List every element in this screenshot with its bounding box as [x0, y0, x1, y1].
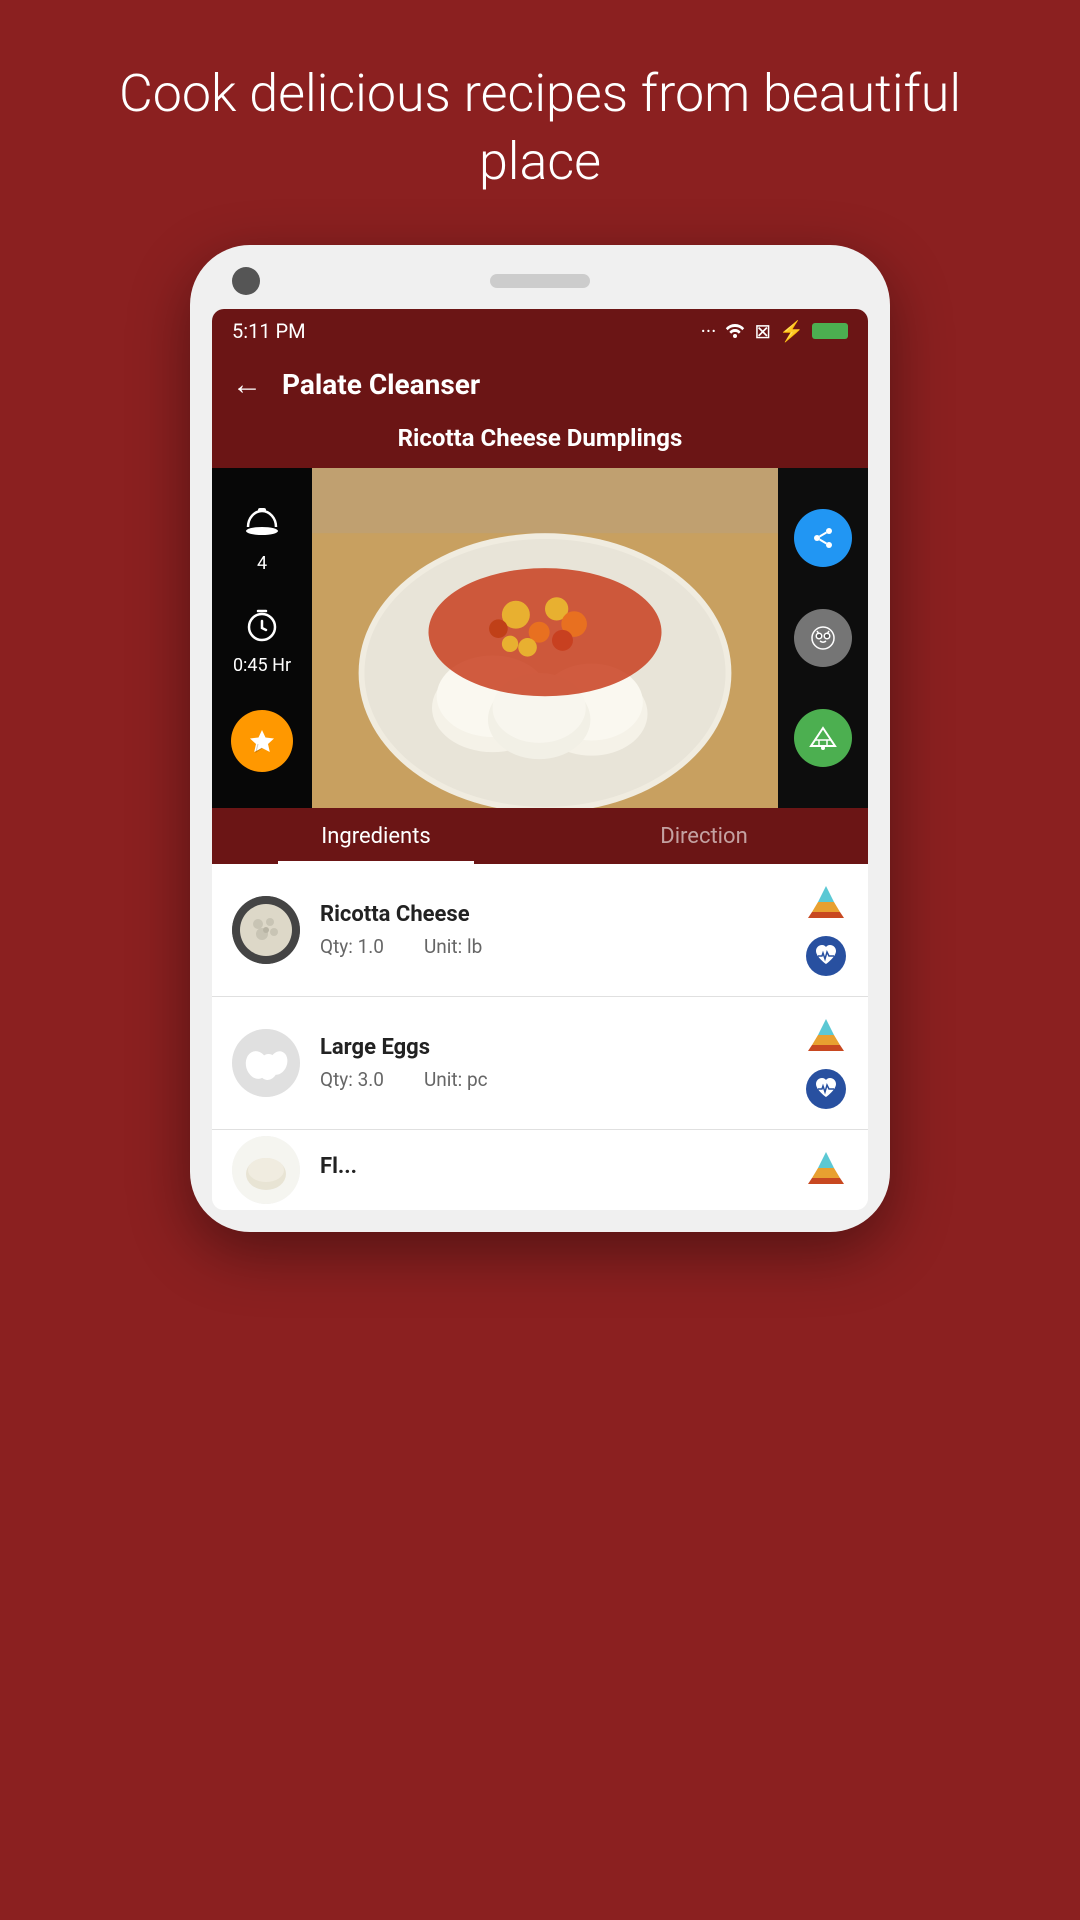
- nutrition-icons-3: [804, 1148, 848, 1192]
- left-info-panel: 4 0:45 Hr: [212, 468, 312, 808]
- phone-frame: 5:11 PM ··· ⊠ ⚡ ← Palate Cleanser Ricott…: [190, 245, 890, 1232]
- ingredient-info-flour: Fl...: [320, 1154, 784, 1187]
- muscle-icon-1: [804, 934, 848, 978]
- ingredient-name-eggs: Large Eggs: [320, 1035, 784, 1060]
- rating-button[interactable]: [231, 710, 293, 772]
- food-pyramid-icon-2: [804, 1015, 848, 1059]
- ingredients-list: Ricotta Cheese Qty: 1.0 Unit: lb: [212, 864, 868, 1210]
- nutrition-icons-2: [804, 1015, 848, 1111]
- servings-value: 4: [257, 553, 267, 574]
- rating-indicator: [231, 710, 293, 772]
- time-value: 0:45 Hr: [233, 655, 291, 676]
- time-indicator: 0:45 Hr: [233, 607, 291, 676]
- phone-speaker: [490, 274, 590, 288]
- status-icons: ··· ⊠ ⚡: [701, 319, 848, 343]
- food-pyramid-icon-3: [804, 1148, 848, 1192]
- servings-indicator: 4: [244, 505, 280, 574]
- ingredient-name-ricotta: Ricotta Cheese: [320, 902, 784, 927]
- ingredient-row: Ricotta Cheese Qty: 1.0 Unit: lb: [212, 864, 868, 997]
- phone-screen: 5:11 PM ··· ⊠ ⚡ ← Palate Cleanser Ricott…: [212, 309, 868, 1210]
- phone-camera: [232, 267, 260, 295]
- ingredient-row: Fl...: [212, 1130, 868, 1210]
- pyramid-button[interactable]: [794, 709, 852, 767]
- recipe-content-area: 4 0:45 Hr: [212, 468, 868, 808]
- ingredient-name-flour: Fl...: [320, 1154, 784, 1179]
- bolt-icon: ⚡: [779, 319, 804, 343]
- tab-ingredients[interactable]: Ingredients: [212, 808, 540, 864]
- back-button[interactable]: ←: [232, 367, 262, 402]
- top-nav-bar: ← Palate Cleanser: [212, 353, 868, 416]
- wifi-icon: [724, 319, 746, 343]
- status-bar: 5:11 PM ··· ⊠ ⚡: [212, 309, 868, 353]
- timer-icon: [244, 607, 280, 651]
- ingredient-image-eggs: [232, 1029, 300, 1097]
- ingredient-row: Large Eggs Qty: 3.0 Unit: pc: [212, 997, 868, 1130]
- serving-icon: [244, 505, 280, 549]
- status-time: 5:11 PM: [232, 319, 306, 343]
- share-button[interactable]: [794, 509, 852, 567]
- unit-label-1: Unit: lb: [424, 935, 482, 958]
- right-action-panel: [778, 468, 868, 808]
- tab-bar: Ingredients Direction: [212, 808, 868, 864]
- tab-direction[interactable]: Direction: [540, 808, 868, 864]
- qty-label-1: Qty: 1.0: [320, 935, 384, 958]
- unit-label-2: Unit: pc: [424, 1068, 488, 1091]
- tagline: Cook delicious recipes from beautiful pl…: [0, 60, 1080, 195]
- ingredient-image-ricotta: [232, 896, 300, 964]
- ingredient-info-ricotta: Ricotta Cheese Qty: 1.0 Unit: lb: [320, 902, 784, 958]
- notification-icon: ⊠: [754, 319, 771, 343]
- qty-label-2: Qty: 3.0: [320, 1068, 384, 1091]
- ingredient-details-eggs: Qty: 3.0 Unit: pc: [320, 1068, 784, 1091]
- recipe-title: Ricotta Cheese Dumplings: [212, 416, 868, 468]
- status-dots: ···: [701, 319, 717, 343]
- section-title: Palate Cleanser: [282, 368, 480, 401]
- battery-icon: [812, 323, 848, 339]
- ingredient-details-ricotta: Qty: 1.0 Unit: lb: [320, 935, 784, 958]
- phone-top-bar: [212, 267, 868, 309]
- nutrition-icons-1: [804, 882, 848, 978]
- recipe-image: [312, 468, 778, 808]
- ingredient-info-eggs: Large Eggs Qty: 3.0 Unit: pc: [320, 1035, 784, 1091]
- muscle-icon-2: [804, 1067, 848, 1111]
- ingredient-image-flour: [232, 1136, 300, 1204]
- book-button[interactable]: [794, 609, 852, 667]
- food-pyramid-icon-1: [804, 882, 848, 926]
